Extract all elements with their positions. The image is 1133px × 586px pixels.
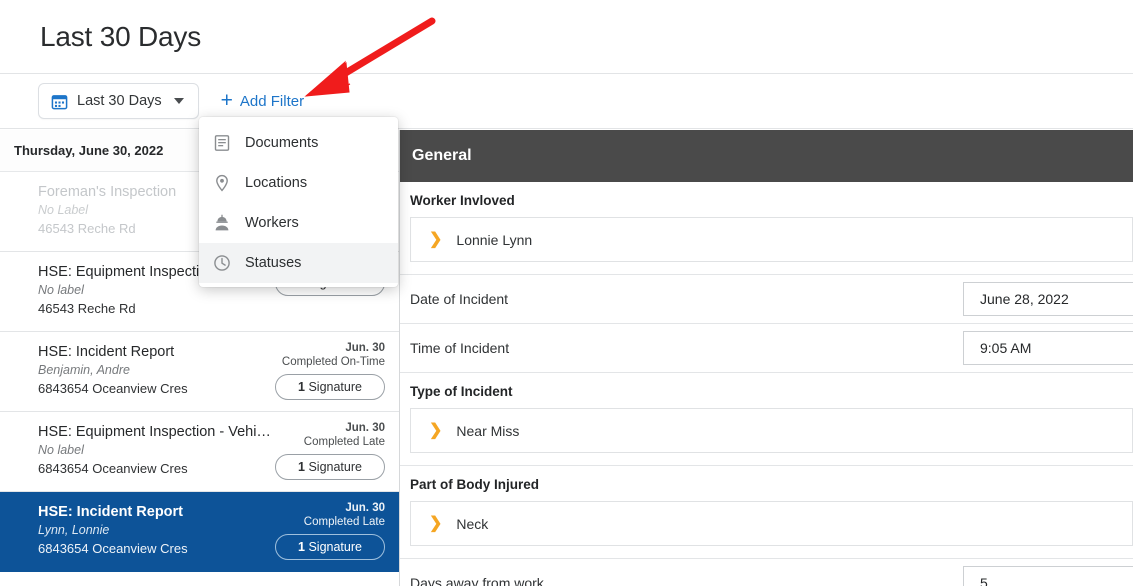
document-title: HSE: Equipment Inspection - Vehi…: [38, 424, 271, 440]
field-value: Near Miss: [456, 422, 520, 439]
signature-count: 1: [298, 540, 305, 554]
signature-count: 1: [298, 380, 305, 394]
worker-hardhat-icon: [213, 214, 231, 232]
date-range-filter-label: Last 30 Days: [77, 93, 162, 109]
document-date: Jun. 30: [345, 502, 385, 514]
field-worker-involved: Worker Invloved ❯ Lonnie Lynn: [400, 182, 1133, 275]
field-value: Neck: [456, 515, 489, 532]
chevron-right-icon: ❯: [429, 421, 443, 439]
document-title: HSE: Incident Report: [38, 504, 184, 520]
field-label: Worker Invloved: [410, 193, 515, 208]
chevron-right-icon: ❯: [429, 230, 443, 248]
list-item-selected[interactable]: HSE: Incident Report Lynn, Lonnie 684365…: [0, 492, 399, 572]
document-meta: Jun. 30 Completed Late 1 Signature: [275, 502, 385, 560]
menu-item-label: Workers: [245, 215, 299, 231]
menu-item-label: Statuses: [245, 255, 302, 271]
document-date: Jun. 30: [345, 342, 385, 354]
menu-item-statuses[interactable]: Statuses: [199, 243, 398, 283]
add-filter-label: Add Filter: [239, 92, 305, 110]
status-badge[interactable]: 1 Signature: [275, 454, 385, 480]
days-away-from-work-input[interactable]: 5: [963, 566, 1133, 586]
field-part-of-body-injured: Part of Body Injured ❯ Neck: [400, 466, 1133, 559]
document-status: Completed On-Time: [281, 356, 385, 368]
menu-item-label: Documents: [245, 135, 319, 151]
field-days-away-from-work: Days away from work 5: [400, 559, 1133, 586]
title-bar: Last 30 Days: [0, 0, 1133, 74]
field-label: Days away from work: [410, 575, 544, 586]
expandable-value-row[interactable]: ❯ Neck: [410, 501, 1133, 546]
field-value: Lonnie Lynn: [456, 231, 533, 248]
signature-label: Signature: [308, 460, 362, 474]
signature-count: 1: [298, 460, 305, 474]
list-item[interactable]: HSE: Incident Report Benjamin, Andre 684…: [0, 332, 399, 412]
field-label: Time of Incident: [410, 340, 510, 356]
status-badge[interactable]: 1 Signature: [275, 534, 385, 560]
field-label: Part of Body Injured: [410, 477, 540, 492]
calendar-icon: [51, 93, 68, 110]
expandable-value-row[interactable]: ❯ Lonnie Lynn: [410, 217, 1133, 262]
clock-icon: [213, 254, 231, 272]
menu-item-documents[interactable]: Documents: [199, 123, 398, 163]
status-badge[interactable]: 1 Signature: [275, 374, 385, 400]
chevron-down-icon: [173, 98, 184, 104]
date-range-filter-button[interactable]: Last 30 Days: [38, 83, 199, 119]
field-label: Date of Incident: [410, 291, 509, 307]
chevron-right-icon: ❯: [429, 514, 443, 532]
field-time-of-incident: Time of Incident 9:05 AM: [400, 324, 1133, 373]
field-label: Type of Incident: [410, 384, 513, 399]
location-pin-icon: [213, 174, 231, 192]
document-address: 46543 Reche Rd: [38, 301, 136, 316]
add-filter-button[interactable]: + Add Filter: [220, 88, 305, 112]
date-of-incident-input[interactable]: June 28, 2022: [963, 282, 1133, 316]
content-area: Thursday, June 30, 2022 Foreman's Inspec…: [0, 130, 1133, 586]
plus-icon: +: [220, 88, 233, 112]
time-of-incident-input[interactable]: 9:05 AM: [963, 331, 1133, 365]
document-icon: [213, 134, 231, 152]
app-root: Last 30 Days Last 30 Days + Add Filter T…: [0, 0, 1133, 586]
document-meta: Jun. 30 Completed On-Time 1 Signature: [275, 342, 385, 400]
detail-pane: General Worker Invloved ❯ Lonnie Lynn Da…: [400, 130, 1133, 586]
list-item[interactable]: HSE: Equipment Inspection - Vehi… No lab…: [0, 412, 399, 492]
page-title: Last 30 Days: [40, 20, 202, 52]
menu-item-label: Locations: [245, 175, 308, 191]
menu-item-workers[interactable]: Workers: [199, 203, 398, 243]
menu-item-locations[interactable]: Locations: [199, 163, 398, 203]
document-status: Completed Late: [303, 516, 385, 528]
field-date-of-incident: Date of Incident June 28, 2022: [400, 275, 1133, 324]
signature-label: Signature: [308, 540, 362, 554]
document-title: HSE: Incident Report: [38, 344, 175, 360]
field-type-of-incident: Type of Incident ❯ Near Miss: [400, 373, 1133, 466]
add-filter-dropdown-menu: Documents Locations Workers Statuses: [199, 117, 398, 287]
document-date: Jun. 30: [345, 422, 385, 434]
signature-label: Signature: [308, 380, 362, 394]
document-status: Completed Late: [303, 436, 385, 448]
filter-bar: Last 30 Days + Add Filter: [0, 74, 1133, 129]
detail-section-header: General: [400, 130, 1133, 182]
document-meta: Jun. 30 Completed Late 1 Signature: [275, 422, 385, 480]
expandable-value-row[interactable]: ❯ Near Miss: [410, 408, 1133, 453]
